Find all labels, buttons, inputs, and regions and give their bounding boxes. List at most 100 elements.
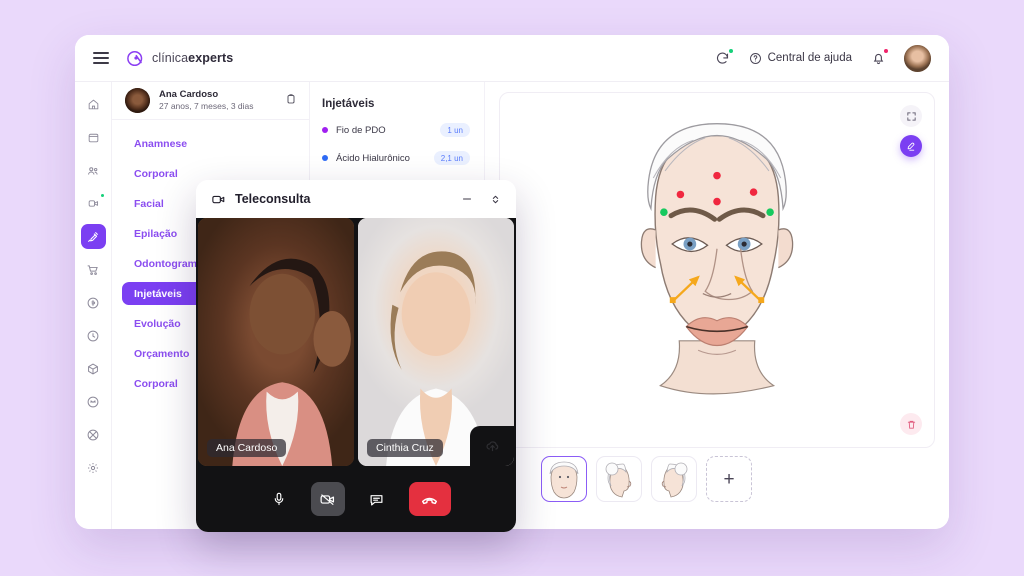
help-center-label: Central de ajuda <box>767 52 852 64</box>
top-bar: clínicaexperts Central de ajuda <box>75 35 949 82</box>
refresh-icon[interactable] <box>714 48 734 67</box>
help-center-link[interactable]: Central de ajuda <box>749 52 852 65</box>
injectable-quantity-badge: 1 un <box>440 123 470 137</box>
microphone-icon <box>274 492 283 506</box>
menu-item-label: Anamnese <box>134 137 188 150</box>
participant-1-silhouette <box>232 258 351 466</box>
top-bar-actions: Central de ajuda <box>714 44 931 72</box>
menu-item-label: Corporal <box>134 377 178 390</box>
video-tile-participant-1[interactable]: Ana Cardoso <box>198 218 354 466</box>
injectable-label: Ácido Hialurônico <box>336 152 410 164</box>
menu-item-label: Corporal <box>134 167 178 180</box>
video-call-icon <box>88 200 98 207</box>
chat-icon <box>87 396 99 407</box>
thumb-face-front[interactable] <box>541 456 587 502</box>
video-grid: Ana Cardoso Cinthia Cruz <box>196 218 516 466</box>
rail-item-calendar[interactable] <box>81 125 106 150</box>
rail-item-settings[interactable] <box>81 455 106 480</box>
minimize-button[interactable] <box>460 192 474 206</box>
menu-item-label: Facial <box>134 197 164 210</box>
teleconsulta-body: Ana Cardoso Cinthia Cruz <box>196 218 516 532</box>
rail-item-chat[interactable] <box>81 389 106 414</box>
face-canvas-area: + <box>485 82 949 529</box>
injection-icon <box>88 231 98 242</box>
injectable-label: Fio de PDO <box>336 124 386 136</box>
marker-green <box>766 208 774 216</box>
trash-icon <box>907 420 915 429</box>
face-right-profile-thumb-image <box>605 462 632 498</box>
add-view-button[interactable]: + <box>706 456 752 502</box>
hamburger-icon[interactable] <box>93 52 109 64</box>
menu-item-anamnese[interactable]: Anamnese <box>122 132 301 155</box>
delete-button[interactable] <box>900 413 922 435</box>
teleconsulta-window-actions <box>460 192 502 206</box>
marker-pen-icon <box>907 142 914 151</box>
injectable-row[interactable]: Fio de PDO 1 un <box>322 123 470 137</box>
chat-button[interactable] <box>360 482 394 516</box>
resize-icon <box>492 195 499 203</box>
clinica-experts-mark <box>127 50 143 66</box>
teleconsulta-title-bar: Teleconsulta <box>196 180 516 218</box>
phone-hangup-icon <box>421 497 438 504</box>
clock-icon <box>87 330 99 341</box>
video-call-online-dot <box>99 193 105 198</box>
patient-avatar <box>125 88 150 113</box>
video-tile-participant-2[interactable]: Cinthia Cruz <box>358 218 514 466</box>
resize-button[interactable] <box>489 193 502 206</box>
marker-red <box>713 171 721 180</box>
settings-icon <box>87 462 99 473</box>
patient-header[interactable]: Ana Cardoso 27 anos, 7 meses, 3 dias <box>112 82 309 120</box>
hangup-button[interactable] <box>408 482 451 516</box>
brand-text: clínicaexperts <box>152 51 233 65</box>
marker-red <box>676 190 685 199</box>
rail-item-cart[interactable] <box>81 257 106 282</box>
participant-1-name: Ana Cardoso <box>207 439 287 457</box>
user-avatar[interactable] <box>904 44 931 72</box>
rail-item-finance[interactable] <box>81 290 106 315</box>
rail-item-users[interactable] <box>81 158 106 183</box>
bell-icon[interactable] <box>869 48 889 67</box>
rail-item-home[interactable] <box>81 92 106 117</box>
rail-item-video-call[interactable] <box>81 191 106 216</box>
icon-rail <box>75 82 112 529</box>
add-view-label: + <box>723 468 735 490</box>
injectable-row[interactable]: Ácido Hialurônico 2,1 un <box>322 151 470 165</box>
refresh-status-dot <box>727 48 734 54</box>
home-icon <box>88 99 98 110</box>
face-view-thumbnails: + <box>499 448 935 502</box>
participant-2-name: Cinthia Cruz <box>367 439 443 457</box>
microphone-button[interactable] <box>262 482 296 516</box>
rail-item-box[interactable] <box>81 356 106 381</box>
page-root: clínicaexperts Central de ajuda Ana Card… <box>0 0 1024 576</box>
brand-text-light: clínica <box>152 51 189 65</box>
face-front-thumb-image <box>549 461 579 499</box>
face-canvas-card[interactable] <box>499 92 935 448</box>
camera-button[interactable] <box>310 482 345 516</box>
rail-item-injectables[interactable] <box>80 224 106 249</box>
thumb-face-right-profile[interactable] <box>596 456 642 502</box>
camera-off-icon <box>320 493 335 505</box>
expand-icon <box>906 111 916 121</box>
injectable-color-dot <box>322 155 328 161</box>
menu-item-label: Epilação <box>134 227 178 240</box>
call-controls <box>196 466 516 532</box>
marker-pen-button[interactable] <box>900 135 922 157</box>
brand-text-bold: experts <box>188 51 234 65</box>
face-front-diagram[interactable] <box>500 93 934 447</box>
expand-button[interactable] <box>900 105 922 127</box>
cart-icon <box>87 264 98 275</box>
brand-logo[interactable]: clínicaexperts <box>126 49 233 68</box>
rail-item-clock[interactable] <box>81 323 106 348</box>
injectable-color-dot <box>322 127 328 133</box>
teleconsulta-window[interactable]: Teleconsulta Ana Cardoso Cinthia Cruz <box>196 180 516 532</box>
rail-item-marketing[interactable] <box>81 422 106 447</box>
injectables-title: Injetáveis <box>322 98 375 110</box>
screen-share-button[interactable] <box>470 426 514 466</box>
clipboard-icon[interactable] <box>285 92 297 110</box>
notification-dot <box>883 48 889 54</box>
chat-bubble-icon <box>370 494 383 505</box>
calendar-icon <box>88 133 98 143</box>
marker-red <box>713 197 721 206</box>
video-camera-icon <box>212 195 225 203</box>
thumb-face-left-profile[interactable] <box>651 456 697 502</box>
